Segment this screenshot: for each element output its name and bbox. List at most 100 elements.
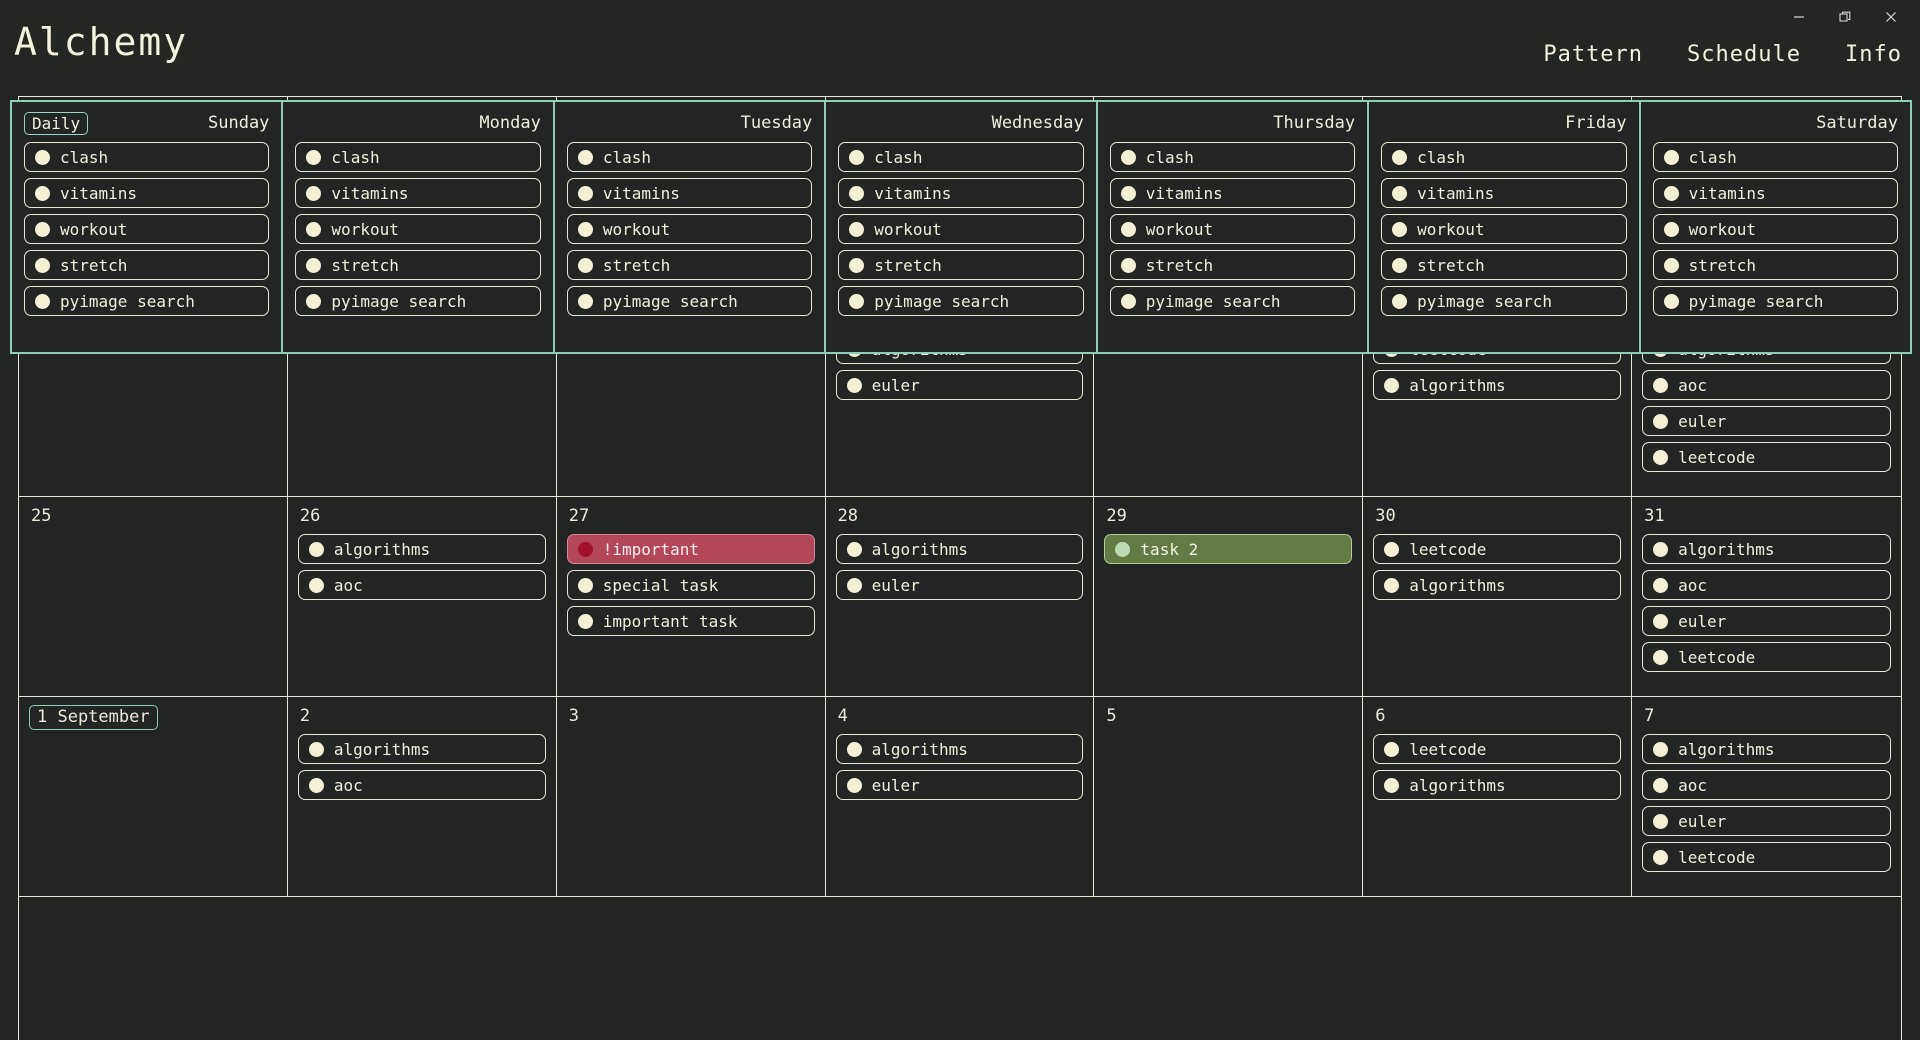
daily-task-item[interactable]: clash [1653, 142, 1898, 172]
task-checkbox-icon[interactable] [1121, 150, 1136, 165]
task-checkbox-icon[interactable] [1384, 542, 1399, 557]
task-item[interactable]: algorithms [298, 734, 546, 764]
minimize-button[interactable] [1776, 1, 1822, 33]
calendar-day-cell[interactable]: 1 September [19, 697, 288, 897]
daily-task-item[interactable]: vitamins [1653, 178, 1898, 208]
calendar-day-cell[interactable]: 2algorithmsaoc [288, 697, 557, 897]
task-checkbox-icon[interactable] [306, 258, 321, 273]
calendar-day-cell[interactable]: 7algorithmsaoceulerleetcode [1632, 697, 1901, 897]
task-checkbox-icon[interactable] [1653, 742, 1668, 757]
calendar-day-cell[interactable]: 29task 2 [1094, 497, 1363, 697]
task-checkbox-icon[interactable] [309, 578, 324, 593]
task-checkbox-icon[interactable] [578, 258, 593, 273]
task-checkbox-icon[interactable] [1653, 614, 1668, 629]
task-checkbox-icon[interactable] [1392, 294, 1407, 309]
task-checkbox-icon[interactable] [578, 578, 593, 593]
nav-item-pattern[interactable]: Pattern [1543, 42, 1643, 67]
task-item[interactable]: euler [836, 570, 1084, 600]
calendar-day-cell[interactable]: 31algorithmsaoceulerleetcode [1632, 497, 1901, 697]
task-checkbox-icon[interactable] [1121, 186, 1136, 201]
task-checkbox-icon[interactable] [309, 778, 324, 793]
task-checkbox-icon[interactable] [1392, 150, 1407, 165]
task-item[interactable]: algorithms [1373, 370, 1621, 400]
task-checkbox-icon[interactable] [306, 186, 321, 201]
daily-column[interactable]: Wednesdayclashvitaminsworkoutstretchpyim… [824, 100, 1097, 354]
calendar-day-cell[interactable]: 5 [1094, 697, 1363, 897]
task-checkbox-icon[interactable] [1392, 186, 1407, 201]
task-checkbox-icon[interactable] [35, 258, 50, 273]
task-checkbox-icon[interactable] [1392, 258, 1407, 273]
task-checkbox-icon[interactable] [1664, 222, 1679, 237]
task-item[interactable]: leetcode [1642, 842, 1891, 872]
task-item[interactable]: algorithms [1642, 734, 1891, 764]
daily-task-item[interactable]: workout [24, 214, 269, 244]
daily-task-item[interactable]: vitamins [1381, 178, 1626, 208]
task-checkbox-icon[interactable] [1653, 778, 1668, 793]
task-checkbox-icon[interactable] [306, 222, 321, 237]
daily-task-item[interactable]: stretch [24, 250, 269, 280]
task-checkbox-icon[interactable] [309, 742, 324, 757]
daily-task-item[interactable]: clash [567, 142, 812, 172]
maximize-button[interactable] [1822, 1, 1868, 33]
task-checkbox-icon[interactable] [1121, 222, 1136, 237]
task-checkbox-icon[interactable] [1653, 578, 1668, 593]
daily-task-item[interactable]: stretch [1110, 250, 1355, 280]
daily-task-item[interactable]: pyimage search [567, 286, 812, 316]
calendar-day-cell[interactable]: 26algorithmsaoc [288, 497, 557, 697]
task-checkbox-icon[interactable] [849, 186, 864, 201]
calendar-day-cell[interactable]: 6leetcodealgorithms [1363, 697, 1632, 897]
task-item[interactable]: algorithms [1373, 770, 1621, 800]
daily-task-item[interactable]: workout [295, 214, 540, 244]
daily-column[interactable]: Fridayclashvitaminsworkoutstretchpyimage… [1367, 100, 1640, 354]
daily-column[interactable]: DailySundayclashvitaminsworkoutstretchpy… [10, 100, 283, 354]
task-checkbox-icon[interactable] [306, 150, 321, 165]
task-checkbox-icon[interactable] [1384, 742, 1399, 757]
daily-task-item[interactable]: stretch [1381, 250, 1626, 280]
task-checkbox-icon[interactable] [849, 258, 864, 273]
task-item[interactable]: euler [1642, 406, 1891, 436]
task-checkbox-icon[interactable] [1384, 578, 1399, 593]
task-checkbox-icon[interactable] [1653, 850, 1668, 865]
daily-task-item[interactable]: clash [838, 142, 1083, 172]
daily-task-item[interactable]: pyimage search [295, 286, 540, 316]
task-checkbox-icon[interactable] [1653, 542, 1668, 557]
task-item[interactable]: euler [836, 370, 1084, 400]
calendar-day-cell[interactable]: 4algorithmseuler [826, 697, 1095, 897]
daily-task-item[interactable]: vitamins [1110, 178, 1355, 208]
task-checkbox-icon[interactable] [847, 378, 862, 393]
task-item[interactable]: algorithms [836, 534, 1084, 564]
task-item[interactable]: euler [836, 770, 1084, 800]
calendar-day-cell[interactable]: 27!importantspecial taskimportant task [557, 497, 826, 697]
daily-task-item[interactable]: pyimage search [1381, 286, 1626, 316]
daily-task-item[interactable]: pyimage search [24, 286, 269, 316]
task-item[interactable]: aoc [1642, 770, 1891, 800]
daily-task-item[interactable]: workout [567, 214, 812, 244]
daily-task-item[interactable]: workout [1110, 214, 1355, 244]
daily-task-item[interactable]: stretch [838, 250, 1083, 280]
task-item[interactable]: task 2 [1104, 534, 1352, 564]
task-checkbox-icon[interactable] [847, 778, 862, 793]
task-checkbox-icon[interactable] [578, 150, 593, 165]
daily-task-item[interactable]: vitamins [24, 178, 269, 208]
daily-task-item[interactable]: stretch [295, 250, 540, 280]
task-checkbox-icon[interactable] [849, 294, 864, 309]
nav-item-info[interactable]: Info [1845, 42, 1902, 67]
task-item[interactable]: !important [567, 534, 815, 564]
close-button[interactable] [1868, 1, 1914, 33]
task-item[interactable]: special task [567, 570, 815, 600]
daily-task-item[interactable]: workout [1381, 214, 1626, 244]
task-item[interactable]: leetcode [1373, 534, 1621, 564]
daily-column[interactable]: Saturdayclashvitaminsworkoutstretchpyima… [1639, 100, 1912, 354]
daily-task-item[interactable]: workout [838, 214, 1083, 244]
task-checkbox-icon[interactable] [1392, 222, 1407, 237]
calendar-day-cell[interactable]: 28algorithmseuler [826, 497, 1095, 697]
task-checkbox-icon[interactable] [578, 186, 593, 201]
task-item[interactable]: important task [567, 606, 815, 636]
task-checkbox-icon[interactable] [578, 294, 593, 309]
task-checkbox-icon[interactable] [849, 150, 864, 165]
task-checkbox-icon[interactable] [1384, 778, 1399, 793]
task-item[interactable]: algorithms [1642, 534, 1891, 564]
daily-task-item[interactable]: pyimage search [1110, 286, 1355, 316]
task-checkbox-icon[interactable] [1664, 294, 1679, 309]
task-item[interactable]: euler [1642, 806, 1891, 836]
